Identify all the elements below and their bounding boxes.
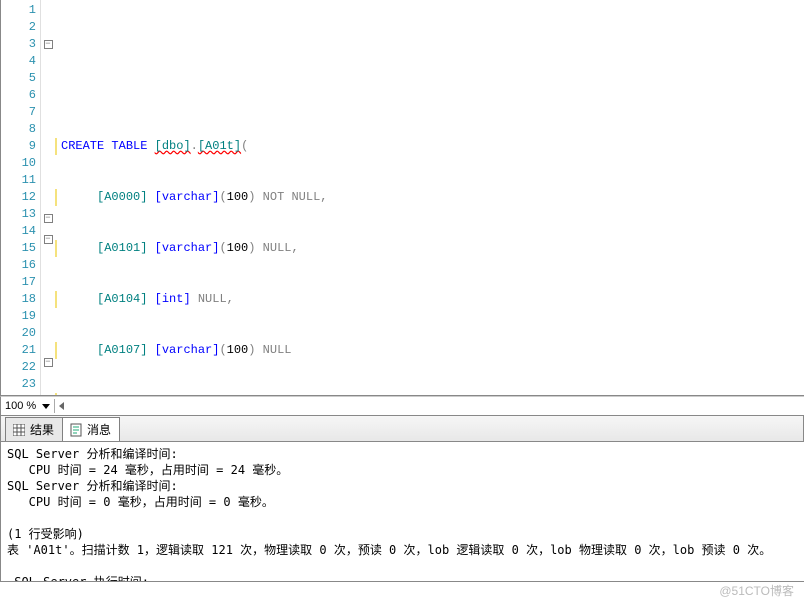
code-editor[interactable]: 1234567891011121314151617181920212223 −−… xyxy=(0,0,804,396)
code-area[interactable]: CREATE TABLE [dbo].[A01t]( [A0000] [varc… xyxy=(55,0,804,395)
line-number: 8 xyxy=(1,121,36,138)
fold-marker xyxy=(41,91,55,108)
fold-marker xyxy=(41,320,55,337)
fold-marker xyxy=(41,252,55,269)
messages-output[interactable]: SQL Server 分析和编译时间: CPU 时间 = 24 毫秒，占用时间 … xyxy=(0,442,804,582)
fold-marker xyxy=(41,142,55,159)
fold-marker[interactable]: − xyxy=(41,358,55,375)
line-number: 7 xyxy=(1,104,36,121)
message-line xyxy=(7,558,798,574)
line-number: 16 xyxy=(1,257,36,274)
fold-marker xyxy=(41,193,55,210)
fold-marker xyxy=(41,57,55,74)
code-line[interactable] xyxy=(55,87,804,104)
line-number: 17 xyxy=(1,274,36,291)
code-line[interactable] xyxy=(55,36,804,53)
line-number: 23 xyxy=(1,376,36,393)
document-icon xyxy=(69,423,83,437)
line-number: 18 xyxy=(1,291,36,308)
message-line: CPU 时间 = 0 毫秒，占用时间 = 0 毫秒。 xyxy=(7,494,798,510)
fold-marker xyxy=(41,74,55,91)
message-line: SQL Server 执行时间: xyxy=(7,574,798,582)
code-line[interactable]: [A0104] [int] NULL, xyxy=(55,291,804,308)
tab-messages[interactable]: 消息 xyxy=(62,417,120,441)
line-number: 2 xyxy=(1,19,36,36)
message-line xyxy=(7,510,798,526)
chevron-down-icon xyxy=(42,404,50,409)
fold-marker xyxy=(41,337,55,354)
line-number: 3 xyxy=(1,36,36,53)
fold-marker xyxy=(41,19,55,36)
code-line[interactable]: [A0107] [varchar](100) NULL xyxy=(55,342,804,359)
line-number: 14 xyxy=(1,223,36,240)
line-number: 9 xyxy=(1,138,36,155)
line-number: 20 xyxy=(1,325,36,342)
result-tabs: 结果 消息 xyxy=(0,416,804,442)
fold-gutter[interactable]: − − − − xyxy=(41,0,55,395)
fold-marker xyxy=(41,108,55,125)
line-number: 4 xyxy=(1,53,36,70)
zoom-level: 100 % xyxy=(5,400,36,412)
line-number: 10 xyxy=(1,155,36,172)
line-number: 22 xyxy=(1,359,36,376)
fold-marker[interactable]: − xyxy=(41,214,55,231)
fold-marker[interactable]: − xyxy=(41,40,55,57)
separator xyxy=(54,399,55,413)
grid-icon xyxy=(12,423,26,437)
zoom-dropdown[interactable]: 100 % xyxy=(5,400,50,412)
line-number: 13 xyxy=(1,206,36,223)
code-line[interactable]: [A0000] [varchar](100) NOT NULL, xyxy=(55,189,804,206)
line-number: 11 xyxy=(1,172,36,189)
line-number: 15 xyxy=(1,240,36,257)
line-number: 12 xyxy=(1,189,36,206)
zoom-bar: 100 % xyxy=(0,396,804,416)
fold-marker xyxy=(41,286,55,303)
message-line: 表 'A01t'。扫描计数 1，逻辑读取 121 次，物理读取 0 次，预读 0… xyxy=(7,542,798,558)
message-line: SQL Server 分析和编译时间: xyxy=(7,446,798,462)
tab-results[interactable]: 结果 xyxy=(5,417,63,441)
fold-marker xyxy=(41,159,55,176)
fold-marker xyxy=(41,125,55,142)
chevron-left-icon[interactable] xyxy=(59,402,64,410)
message-line: CPU 时间 = 24 毫秒，占用时间 = 24 毫秒。 xyxy=(7,462,798,478)
watermark: @51CTO博客 xyxy=(719,582,794,599)
fold-marker xyxy=(41,2,55,19)
message-line: (1 行受影响) xyxy=(7,526,798,542)
line-number: 1 xyxy=(1,2,36,19)
fold-marker[interactable]: − xyxy=(41,235,55,252)
fold-marker xyxy=(41,269,55,286)
line-number: 21 xyxy=(1,342,36,359)
code-line[interactable]: [A0101] [varchar](100) NULL, xyxy=(55,240,804,257)
line-number: 19 xyxy=(1,308,36,325)
line-number: 6 xyxy=(1,87,36,104)
line-number: 5 xyxy=(1,70,36,87)
fold-marker xyxy=(41,375,55,392)
line-number-gutter: 1234567891011121314151617181920212223 xyxy=(1,0,41,395)
tab-label: 结果 xyxy=(30,421,54,438)
tab-label: 消息 xyxy=(87,421,111,438)
fold-marker xyxy=(41,303,55,320)
message-line: SQL Server 分析和编译时间: xyxy=(7,478,798,494)
code-line[interactable]: CREATE TABLE [dbo].[A01t]( xyxy=(55,138,804,155)
fold-marker xyxy=(41,176,55,193)
